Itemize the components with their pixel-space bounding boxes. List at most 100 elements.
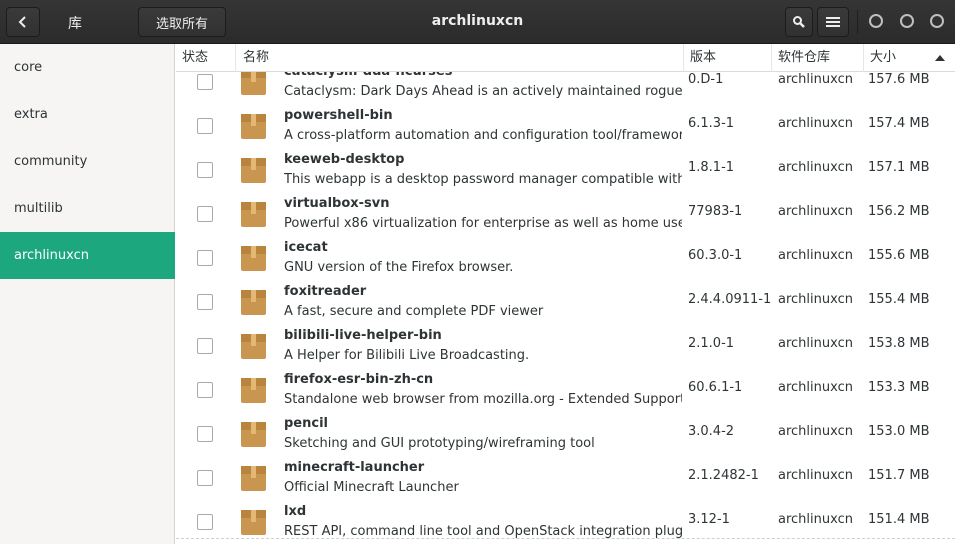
package-size: 151.7 MB	[868, 468, 930, 483]
menu-button[interactable]	[817, 7, 849, 37]
search-button[interactable]	[785, 7, 813, 37]
package-name: virtualbox-svn	[284, 196, 390, 211]
package-icon	[241, 158, 266, 183]
package-version: 77983-1	[688, 204, 743, 219]
package-size: 156.2 MB	[868, 204, 930, 219]
package-version: 60.3.0-1	[688, 248, 743, 263]
package-name: lxd	[284, 504, 307, 519]
package-size: 157.6 MB	[868, 72, 930, 87]
table-header: 状态 名称 版本 软件仓库 大小	[176, 44, 955, 72]
package-repo: archlinuxcn	[778, 248, 853, 263]
package-name: pencil	[284, 416, 328, 431]
chevron-left-icon	[18, 16, 26, 28]
package-icon	[241, 422, 266, 447]
package-version: 2.1.2482-1	[688, 468, 759, 483]
row-divider	[176, 538, 955, 539]
sidebar-item-multilib[interactable]: multilib	[0, 185, 175, 232]
package-description: Standalone web browser from mozilla.org …	[284, 392, 682, 407]
column-header-version[interactable]: 版本	[684, 44, 772, 72]
package-size: 155.6 MB	[868, 248, 930, 263]
back-button[interactable]	[6, 7, 40, 37]
package-name: bilibili-live-helper-bin	[284, 328, 442, 343]
column-header-status[interactable]: 状态	[176, 44, 236, 72]
table-row[interactable]: firefox-esr-bin-zh-cn Standalone web brow…	[176, 370, 955, 414]
package-version: 3.0.4-2	[688, 424, 735, 439]
package-name: firefox-esr-bin-zh-cn	[284, 372, 434, 387]
sort-ascending-icon	[935, 55, 945, 61]
maximize-button[interactable]	[900, 14, 914, 28]
table-row[interactable]: keeweb-desktop This webapp is a desktop p…	[176, 150, 955, 194]
package-icon	[241, 378, 266, 403]
install-checkbox[interactable]	[197, 426, 213, 442]
package-icon	[241, 334, 266, 359]
package-description: A fast, secure and complete PDF viewer	[284, 304, 544, 319]
select-all-button[interactable]: 选取所有	[138, 7, 226, 37]
header-bar: 库 选取所有 archlinuxcn	[0, 0, 955, 44]
package-size: 153.0 MB	[868, 424, 930, 439]
install-checkbox[interactable]	[197, 382, 213, 398]
package-description: Powerful x86 virtualization for enterpri…	[284, 216, 682, 231]
install-checkbox[interactable]	[197, 470, 213, 486]
section-title: 库	[68, 16, 82, 32]
package-version: 2.4.4.0911-1	[688, 292, 772, 307]
package-icon	[241, 290, 266, 315]
column-header-size-label: 大小	[870, 50, 897, 65]
hamburger-menu-icon	[826, 17, 840, 27]
sidebar-item-archlinuxcn[interactable]: archlinuxcn	[0, 232, 175, 279]
package-description: Sketching and GUI prototyping/wireframin…	[284, 436, 595, 451]
install-checkbox[interactable]	[197, 162, 213, 178]
install-checkbox[interactable]	[197, 118, 213, 134]
package-icon	[241, 114, 266, 139]
header-separator	[857, 10, 858, 34]
package-size: 151.4 MB	[868, 512, 930, 527]
package-repo: archlinuxcn	[778, 204, 853, 219]
column-header-size[interactable]: 大小	[864, 44, 955, 72]
package-icon	[241, 510, 266, 535]
package-size: 153.3 MB	[868, 380, 930, 395]
package-description: GNU version of the Firefox browser.	[284, 260, 514, 275]
package-size: 157.4 MB	[868, 116, 930, 131]
package-description: This webapp is a desktop password manage…	[284, 172, 682, 187]
table-row[interactable]: bilibili-live-helper-bin A Helper for Bil…	[176, 326, 955, 370]
package-version: 3.12-1	[688, 512, 730, 527]
package-repo: archlinuxcn	[778, 512, 853, 527]
table-row[interactable]: icecat GNU version of the Firefox browser…	[176, 238, 955, 282]
install-checkbox[interactable]	[197, 294, 213, 310]
install-checkbox[interactable]	[197, 250, 213, 266]
package-description: Cataclysm: Dark Days Ahead is an activel…	[284, 84, 682, 99]
package-name: minecraft-launcher	[284, 460, 425, 475]
minimize-button[interactable]	[869, 14, 883, 28]
package-version: 6.1.3-1	[688, 116, 735, 131]
install-checkbox[interactable]	[197, 514, 213, 530]
package-version: 60.6.1-1	[688, 380, 743, 395]
search-icon	[793, 16, 805, 28]
table-row[interactable]: foxitreader A fast, secure and complete P…	[176, 282, 955, 326]
package-repo: archlinuxcn	[778, 468, 853, 483]
package-description: A cross-platform automation and configur…	[284, 128, 682, 143]
table-row[interactable]: minecraft-launcher Official Minecraft Lau…	[176, 458, 955, 502]
package-size: 153.8 MB	[868, 336, 930, 351]
close-button[interactable]	[930, 14, 944, 28]
package-size: 157.1 MB	[868, 160, 930, 175]
package-icon	[241, 246, 266, 271]
column-header-name[interactable]: 名称	[236, 44, 684, 72]
sidebar-item-community[interactable]: community	[0, 138, 175, 185]
install-checkbox[interactable]	[197, 338, 213, 354]
table-row[interactable]: virtualbox-svn Powerful x86 virtualizatio…	[176, 194, 955, 238]
package-repo: archlinuxcn	[778, 424, 853, 439]
package-repo: archlinuxcn	[778, 160, 853, 175]
package-table: cataclysm-dda-ncursesCataclysm: Dark Day…	[176, 44, 955, 544]
install-checkbox[interactable]	[197, 74, 213, 90]
package-name: foxitreader	[284, 284, 367, 299]
install-checkbox[interactable]	[197, 206, 213, 222]
package-icon	[241, 70, 266, 95]
package-description: Official Minecraft Launcher	[284, 480, 459, 495]
table-row[interactable]: powershell-bin A cross-platform automatio…	[176, 106, 955, 150]
package-repo: archlinuxcn	[778, 336, 853, 351]
sidebar-item-extra[interactable]: extra	[0, 91, 175, 138]
table-row[interactable]: pencil Sketching and GUI prototyping/wire…	[176, 414, 955, 458]
sidebar-item-core[interactable]: core	[0, 44, 175, 91]
column-header-repo[interactable]: 软件仓库	[772, 44, 864, 72]
package-name: powershell-bin	[284, 108, 393, 123]
package-version: 0.D-1	[688, 72, 724, 87]
